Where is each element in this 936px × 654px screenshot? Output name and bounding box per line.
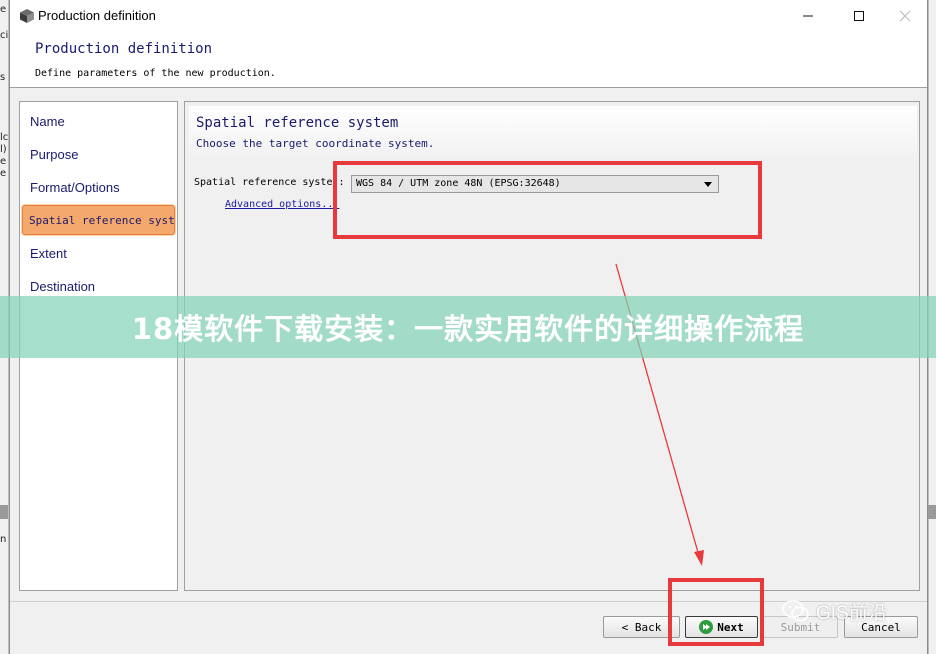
advanced-options-link[interactable]: Advanced options... [225, 199, 339, 210]
close-icon [899, 10, 911, 21]
step-format-options[interactable]: Format/Options [30, 180, 120, 195]
window-title: Production definition [38, 8, 156, 23]
annotation-box-srs [333, 161, 762, 239]
header-subtitle: Define parameters of the new production. [35, 68, 276, 79]
step-spatial-reference-system[interactable]: Spatial reference syst… [22, 205, 175, 235]
wizard-header: Production definition Define parameters … [10, 31, 927, 88]
header-title: Production definition [35, 41, 213, 57]
srs-label: Spatial reference syste : [194, 177, 344, 188]
maximize-button[interactable] [836, 0, 882, 31]
annotation-box-next [668, 578, 764, 646]
panel-header: Spatial reference system Choose the targ… [189, 106, 917, 162]
step-extent[interactable]: Extent [30, 246, 67, 261]
title-banner: 18模软件下载安装：一款实用软件的详细操作流程 [0, 296, 936, 358]
step-name[interactable]: Name [30, 114, 65, 129]
title-bar: Production definition [10, 0, 927, 31]
step-destination[interactable]: Destination [30, 279, 95, 294]
step-purpose[interactable]: Purpose [30, 147, 78, 162]
panel-title: Spatial reference system [196, 115, 399, 131]
minimize-icon [803, 15, 813, 16]
panel-subtitle: Choose the target coordinate system. [196, 137, 435, 150]
maximize-icon [854, 10, 864, 21]
brand-text: GIS前沿 [816, 602, 887, 624]
close-button[interactable] [882, 0, 928, 31]
minimize-button[interactable] [785, 0, 831, 31]
app-cube-icon [20, 9, 34, 23]
brand-watermark: GIS前沿 [782, 597, 887, 625]
banner-text: 18模软件下载安装：一款实用软件的详细操作流程 [131, 312, 805, 346]
wechat-icon [782, 600, 809, 622]
